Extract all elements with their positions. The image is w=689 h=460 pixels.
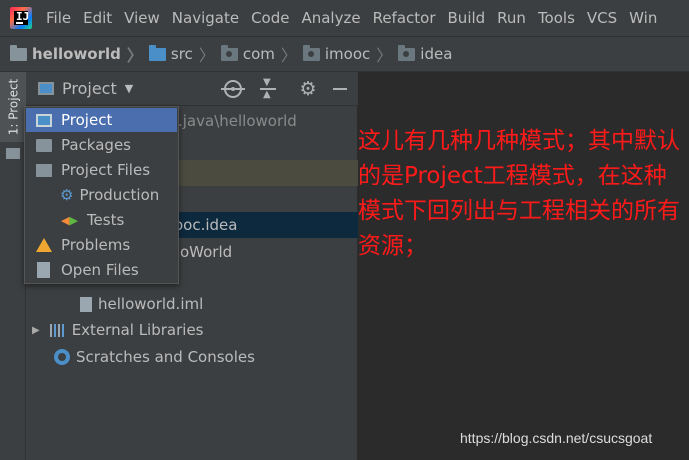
module-file-icon bbox=[80, 296, 92, 312]
menu-refactor[interactable]: Refactor bbox=[373, 9, 436, 27]
menu-view[interactable]: View bbox=[124, 9, 160, 27]
menu-edit[interactable]: Edit bbox=[83, 9, 112, 27]
menu-tools[interactable]: Tools bbox=[538, 9, 575, 27]
project-view-icon bbox=[36, 113, 52, 127]
hide-panel-icon[interactable] bbox=[330, 79, 350, 99]
menu-run[interactable]: Run bbox=[497, 9, 526, 27]
chevron-right-icon[interactable]: ▶ bbox=[32, 325, 40, 336]
package-icon bbox=[220, 44, 238, 61]
annotation-text: 这儿有几种几种模式；其中默认的是Project工程模式，在这种模式下回列出与工程… bbox=[358, 128, 680, 259]
intellij-logo-icon[interactable]: IJ bbox=[10, 7, 32, 29]
breadcrumb: helloworld 〉 src 〉 com 〉 imooc 〉 idea bbox=[0, 36, 689, 72]
tests-icon: ◀▶ bbox=[61, 213, 78, 227]
folder-icon bbox=[36, 163, 52, 177]
tree-row-external-libraries[interactable]: ▶ External Libraries bbox=[26, 317, 358, 343]
popup-item-project-files[interactable]: Project Files bbox=[26, 158, 177, 182]
collapse-all-icon[interactable]: ▼ ▲ bbox=[258, 78, 278, 100]
locate-file-icon[interactable] bbox=[221, 80, 245, 98]
menu-file[interactable]: File bbox=[46, 9, 71, 27]
view-mode-popup: Project Packages Project Files ⚙ Product… bbox=[24, 106, 179, 284]
popup-item-production[interactable]: ⚙ Production bbox=[26, 183, 177, 207]
popup-item-problems[interactable]: Problems bbox=[26, 233, 177, 257]
library-icon bbox=[49, 323, 66, 337]
menu-build[interactable]: Build bbox=[448, 9, 486, 27]
popup-item-open-files[interactable]: Open Files bbox=[26, 258, 177, 282]
breadcrumb-item-com[interactable]: com 〉 bbox=[220, 42, 303, 66]
popup-item-project[interactable]: Project bbox=[26, 108, 177, 132]
chevron-right-icon: 〉 bbox=[126, 46, 143, 65]
chevron-right-icon: 〉 bbox=[198, 46, 215, 65]
project-view-icon bbox=[38, 82, 54, 95]
chevron-down-icon: ▼ bbox=[124, 82, 134, 95]
project-tool-window-tab[interactable]: 1: Project bbox=[0, 72, 26, 142]
gear-icon[interactable]: ⚙ bbox=[298, 79, 318, 99]
view-selector-dropdown[interactable]: Project ▼ bbox=[38, 79, 133, 98]
menu-code[interactable]: Code bbox=[251, 9, 289, 27]
source-folder-icon bbox=[148, 44, 166, 61]
chevron-right-icon: 〉 bbox=[376, 46, 393, 65]
watermark: https://blog.csdn.net/csucsgoat bbox=[460, 430, 653, 446]
breadcrumb-item-idea[interactable]: idea bbox=[398, 44, 452, 63]
breadcrumb-item-src[interactable]: src 〉 bbox=[148, 42, 221, 66]
tree-row-iml-file[interactable]: helloworld.iml bbox=[26, 291, 358, 317]
menu-navigate[interactable]: Navigate bbox=[172, 9, 239, 27]
project-panel-header: Project ▼ ▼ ▲ ⚙ bbox=[26, 72, 358, 106]
open-files-icon bbox=[37, 262, 50, 278]
menu-bar: IJ File Edit View Navigate Code Analyze … bbox=[0, 0, 689, 36]
popup-item-tests[interactable]: ◀▶ Tests bbox=[26, 208, 177, 232]
gear-icon: ⚙ bbox=[60, 185, 74, 204]
menu-analyze[interactable]: Analyze bbox=[301, 9, 360, 27]
menu-window[interactable]: Win bbox=[629, 9, 657, 27]
warning-icon bbox=[36, 238, 52, 252]
packages-icon bbox=[36, 138, 52, 152]
breadcrumb-item-helloworld[interactable]: helloworld 〉 bbox=[10, 42, 149, 66]
folder-icon bbox=[10, 44, 27, 61]
menu-vcs[interactable]: VCS bbox=[587, 9, 617, 27]
left-tool-strip: 1: Project bbox=[0, 72, 26, 460]
breadcrumb-item-imooc[interactable]: imooc 〉 bbox=[302, 42, 398, 66]
folder-icon[interactable] bbox=[6, 148, 20, 159]
popup-item-packages[interactable]: Packages bbox=[26, 133, 177, 157]
chevron-right-icon: 〉 bbox=[280, 46, 297, 65]
tree-row-scratches[interactable]: Scratches and Consoles bbox=[26, 344, 358, 370]
package-icon bbox=[302, 44, 320, 61]
package-icon bbox=[398, 44, 416, 61]
scratches-icon bbox=[54, 349, 70, 365]
